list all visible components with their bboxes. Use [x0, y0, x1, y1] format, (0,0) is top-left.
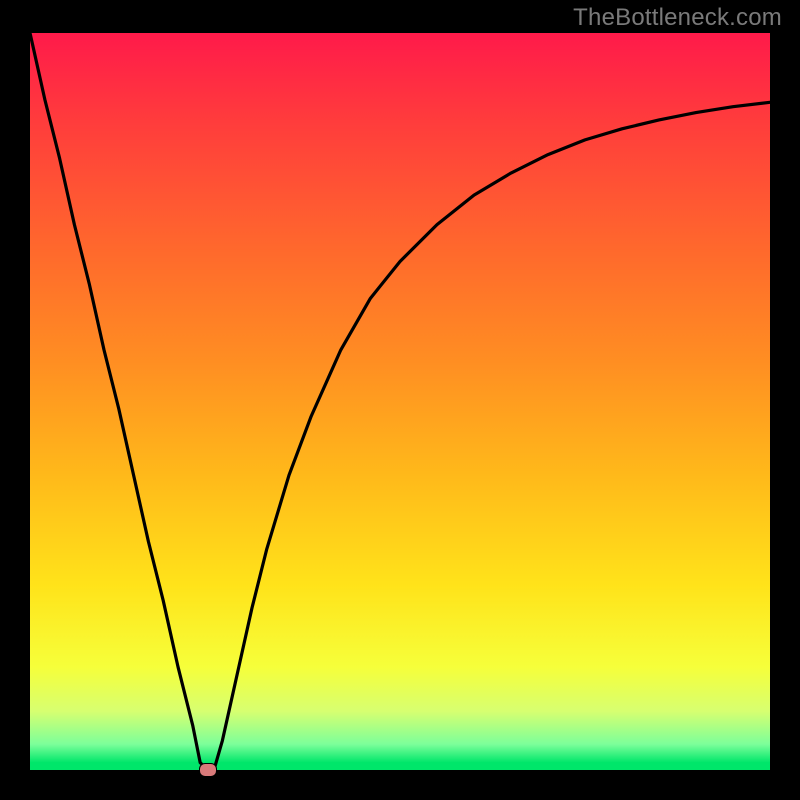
minimum-marker — [199, 763, 217, 777]
chart-frame: TheBottleneck.com — [0, 0, 800, 800]
watermark-text: TheBottleneck.com — [573, 4, 782, 32]
curve-line — [30, 33, 770, 770]
plot-area — [30, 33, 770, 770]
